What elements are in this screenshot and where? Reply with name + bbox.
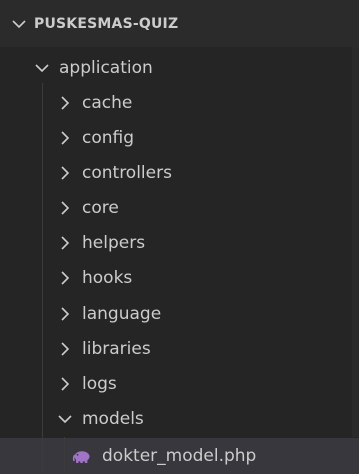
tree-folder-cache[interactable]: cache	[0, 85, 352, 121]
tree-folder-libraries[interactable]: libraries	[0, 331, 352, 367]
chevron-right-icon	[56, 234, 74, 252]
tree-folder-controllers[interactable]: controllers	[0, 155, 352, 191]
tree-folder-label: application	[59, 58, 153, 78]
tree-folder-application[interactable]: application	[0, 50, 352, 86]
tree-folder-label: libraries	[82, 339, 151, 359]
tree-folder-helpers[interactable]: helpers	[0, 225, 352, 261]
indent-guide	[42, 83, 43, 474]
tree-root-puskesmas-quiz[interactable]: PUSKESMAS-QUIZ	[0, 0, 359, 47]
tree-folder-label: config	[82, 128, 135, 148]
tree-folder-hooks[interactable]: hooks	[0, 260, 352, 296]
chevron-right-icon	[56, 129, 74, 147]
chevron-right-icon	[56, 375, 74, 393]
tree-folder-core[interactable]: core	[0, 190, 352, 226]
tree-folder-label: controllers	[82, 163, 172, 183]
chevron-down-icon	[10, 15, 28, 33]
chevron-down-icon	[33, 59, 51, 77]
tree-folder-label: helpers	[82, 233, 146, 253]
tree-folder-label: models	[82, 409, 144, 429]
scrollbar-track[interactable]	[352, 47, 359, 437]
tree-folder-label: hooks	[82, 268, 133, 288]
chevron-right-icon	[56, 340, 74, 358]
tree-folder-label: cache	[82, 93, 133, 113]
chevron-right-icon	[56, 94, 74, 112]
tree-file-label: dokter_model.php	[102, 446, 257, 466]
tree-folder-label: logs	[82, 374, 117, 394]
chevron-down-icon	[56, 410, 74, 428]
file-explorer: PUSKESMAS-QUIZ application cache config …	[0, 0, 359, 474]
tree-root-label: PUSKESMAS-QUIZ	[34, 15, 179, 32]
indent-guide	[64, 437, 65, 474]
tree-file-dokter-model[interactable]: dokter_model.php	[0, 438, 359, 474]
chevron-right-icon	[56, 164, 74, 182]
tree-folder-label: language	[82, 304, 162, 324]
tree-folder-logs[interactable]: logs	[0, 366, 352, 402]
chevron-right-icon	[56, 305, 74, 323]
php-elephant-icon	[72, 449, 92, 463]
tree-folder-config[interactable]: config	[0, 120, 352, 156]
tree-folder-language[interactable]: language	[0, 296, 352, 332]
chevron-right-icon	[56, 269, 74, 287]
tree-folder-models[interactable]: models	[0, 401, 352, 437]
chevron-right-icon	[56, 199, 74, 217]
tree-folder-label: core	[82, 198, 119, 218]
